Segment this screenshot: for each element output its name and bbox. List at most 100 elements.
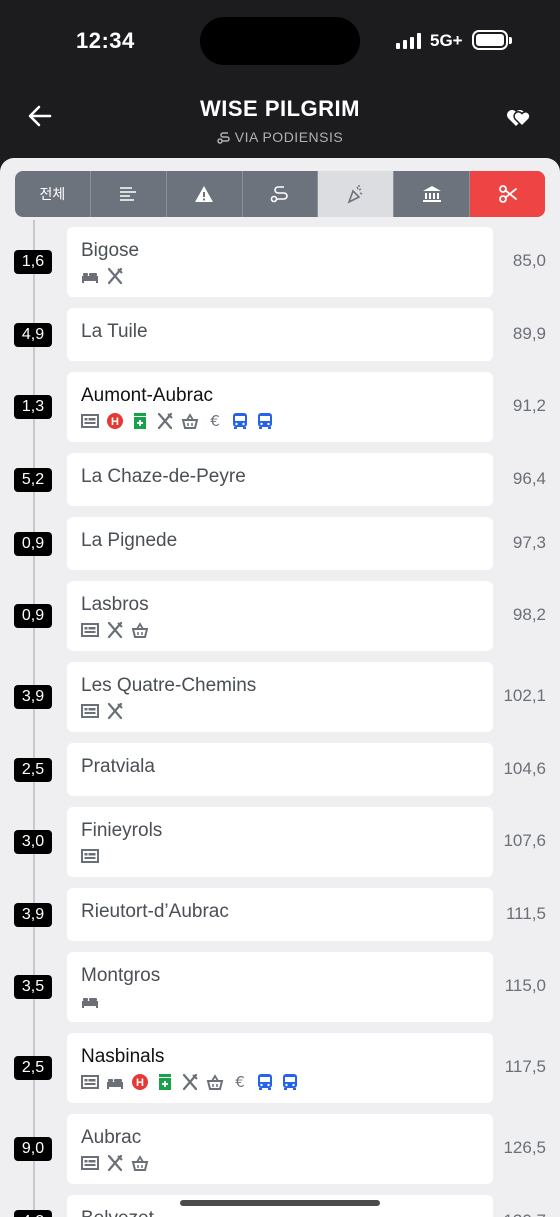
cumulative-km: 98,2: [512, 605, 546, 624]
amenity-icons: [81, 847, 479, 865]
hostel-icon: [81, 847, 99, 865]
pharmacy-icon: [131, 412, 149, 430]
stop-card[interactable]: Aubrac: [67, 1114, 493, 1184]
euro-icon: €: [206, 412, 224, 430]
stop-name: Montgros: [81, 965, 161, 986]
svg-text:€: €: [235, 1073, 245, 1091]
stop-name: Pratviala: [81, 756, 155, 777]
list-item[interactable]: 0,9 La Pignede 97,3: [0, 517, 560, 570]
cumulative-km: 91,2: [512, 396, 546, 415]
segment-distance: 3,9: [14, 685, 52, 709]
pharmacy-icon: [156, 1073, 174, 1091]
amenity-icons: H €: [81, 1073, 479, 1091]
restaurant-icon: [181, 1073, 199, 1091]
status-bar: 12:34 5G+: [0, 0, 560, 80]
amenity-icons: H €: [81, 412, 479, 430]
route-name: VIA PODIENSIS: [234, 129, 344, 145]
list-item[interactable]: 9,0 Aubrac 126,5: [0, 1114, 560, 1184]
filter-party[interactable]: [318, 171, 395, 217]
segment-distance: 0,9: [14, 604, 52, 628]
bus-icon: [281, 1073, 299, 1091]
amenity-icons: [81, 267, 479, 285]
list-item[interactable]: 1,6 Bigose 85,0: [0, 227, 560, 297]
home-indicator: [180, 1200, 380, 1206]
list-item[interactable]: 2,5 Nasbinals H €117,5: [0, 1033, 560, 1103]
grocery-icon: [131, 1154, 149, 1172]
filter-warning[interactable]: [167, 171, 243, 217]
cumulative-km: 130,7: [486, 1211, 546, 1217]
favorites-icon[interactable]: [506, 106, 534, 130]
cumulative-km: 117,5: [504, 1057, 546, 1076]
cumulative-km: 111,5: [505, 903, 546, 923]
restaurant-icon: [106, 267, 124, 285]
stop-card[interactable]: Finieyrols: [67, 807, 493, 877]
stop-card[interactable]: Aumont-Aubrac H €: [67, 372, 493, 442]
stop-card[interactable]: La Tuile: [67, 308, 493, 361]
cumulative-km: 97,3: [512, 532, 546, 552]
cumulative-km: 107,6: [503, 831, 546, 850]
hospital-icon: H: [131, 1073, 149, 1091]
status-time: 12:34: [76, 28, 135, 53]
bus-icon: [256, 1073, 274, 1091]
grocery-icon: [131, 621, 149, 639]
stop-card[interactable]: Montgros: [67, 952, 493, 1022]
battery-icon: [472, 30, 512, 50]
restaurant-icon: [106, 702, 124, 720]
list-item[interactable]: 2,5 Pratviala 104,6: [0, 743, 560, 796]
cumulative-km: 126,5: [503, 1138, 546, 1157]
list-item[interactable]: 0,9 Lasbros 98,2: [0, 581, 560, 651]
hostel-icon: [81, 702, 99, 720]
segment-distance: 3,9: [14, 902, 52, 927]
bus-icon: [231, 412, 249, 430]
segment-distance: 3,5: [14, 975, 52, 999]
list-item[interactable]: 4,9 La Tuile 89,9: [0, 308, 560, 361]
content-sheet: 전체 1,6 Bigose 85,0 4,9 La Tuile 89,9 1,3 Aumont…: [0, 158, 560, 1217]
list-item[interactable]: 5,2 La Chaze-de-Peyre 96,4: [0, 453, 560, 506]
list-item[interactable]: 3,5 Montgros 115,0: [0, 952, 560, 1022]
stop-name: Aubrac: [81, 1127, 142, 1148]
filter-museum[interactable]: [394, 171, 471, 217]
stop-card[interactable]: Pratviala: [67, 743, 493, 796]
list-item[interactable]: 3,9 Les Quatre-Chemins 102,1: [0, 662, 560, 732]
stop-name: Belvezet: [81, 1208, 479, 1217]
segment-distance: 1,3: [14, 395, 52, 419]
stop-name: Les Quatre-Chemins: [81, 675, 257, 696]
list-item[interactable]: 4,2 Belvezet 130,7: [0, 1195, 560, 1217]
hostel-icon: [81, 621, 99, 639]
stop-name: Nasbinals: [81, 1046, 165, 1067]
hostel-icon: [81, 412, 99, 430]
filter-list[interactable]: [91, 171, 167, 217]
museum-icon: [422, 185, 442, 203]
app-header: WISE PILGRIM VIA PODIENSIS: [0, 80, 560, 160]
segment-distance: 9,0: [14, 1137, 52, 1161]
list-item[interactable]: 3,0 Finieyrols 107,6: [0, 807, 560, 877]
stop-card[interactable]: La Pignede: [67, 517, 493, 570]
stop-card[interactable]: Lasbros: [67, 581, 493, 651]
list-item[interactable]: 3,9 Rieutort-d’Aubrac 111,5: [0, 888, 560, 941]
stop-card[interactable]: Les Quatre-Chemins: [67, 662, 493, 732]
stop-card[interactable]: Nasbinals H €: [67, 1033, 493, 1103]
network-label: 5G+: [430, 31, 463, 50]
segment-distance: 4,9: [14, 322, 52, 347]
stops-list: 1,6 Bigose 85,0 4,9 La Tuile 89,9 1,3 Aumont-Au…: [0, 227, 560, 1217]
stop-name: Finieyrols: [81, 820, 163, 841]
signal-icon: [396, 33, 421, 49]
stop-card[interactable]: Belvezet: [67, 1195, 493, 1217]
restaurant-icon: [106, 1154, 124, 1172]
bed-icon: [106, 1073, 124, 1091]
stop-card[interactable]: Rieutort-d’Aubrac: [67, 888, 493, 941]
filter-scissors[interactable]: [470, 171, 545, 217]
cumulative-km: 102,1: [503, 686, 546, 705]
stop-name: La Chaze-de-Peyre: [81, 466, 246, 487]
stop-card[interactable]: La Chaze-de-Peyre: [67, 453, 493, 506]
filter-route[interactable]: [243, 171, 319, 217]
svg-text:H: H: [111, 416, 119, 428]
restaurant-icon: [156, 412, 174, 430]
stop-card[interactable]: Bigose: [67, 227, 493, 297]
filter-all[interactable]: 전체: [15, 171, 91, 217]
cumulative-km: 104,6: [503, 758, 546, 778]
dynamic-island: [200, 17, 360, 65]
list-item[interactable]: 1,3 Aumont-Aubrac H €91,2: [0, 372, 560, 442]
segment-distance: 0,9: [14, 531, 52, 556]
cumulative-km: 89,9: [512, 323, 546, 343]
